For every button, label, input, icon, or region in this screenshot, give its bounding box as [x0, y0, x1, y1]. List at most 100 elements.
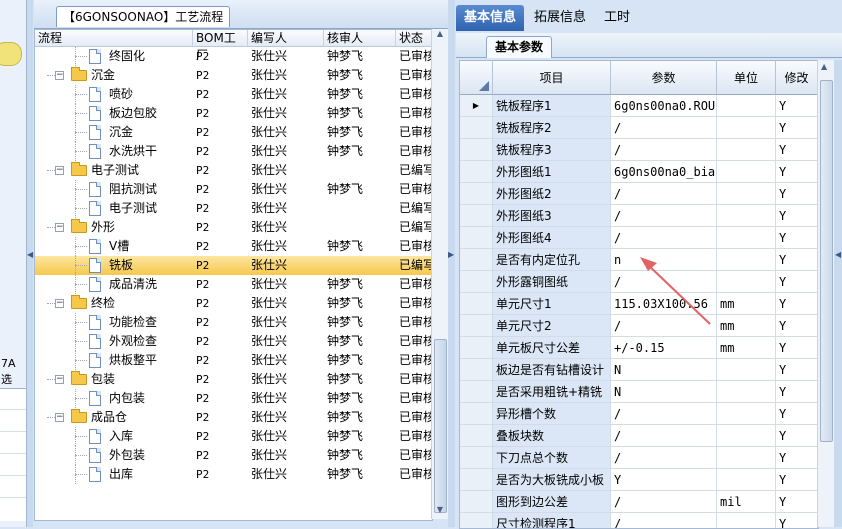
tree-vertical-scrollbar[interactable]: ▲ ▼ — [431, 29, 448, 519]
status-cell: 已审核 — [399, 87, 432, 101]
document-icon — [89, 258, 101, 273]
writer-cell: 张仕兴 — [251, 296, 288, 310]
bom-cell: P2 — [196, 145, 210, 158]
tree-folder-row[interactable]: − 沉金 P2 张仕兴 钟梦飞 已审核 — [35, 66, 432, 85]
folder-icon — [71, 371, 87, 385]
tree-node-label: 外包装 — [109, 448, 146, 462]
tab-work-hours[interactable]: 工时 — [596, 5, 638, 31]
document-icon — [89, 125, 101, 140]
scroll-up-icon[interactable]: ▲ — [432, 29, 448, 43]
tree-row[interactable]: 入库 P2 张仕兴 钟梦飞 已审核 — [35, 427, 432, 446]
chat-bubble-icon[interactable] — [0, 42, 22, 66]
reviewer-cell: 钟梦飞 — [327, 429, 364, 443]
tree-folder-row[interactable]: − 成品仓 P2 张仕兴 钟梦飞 已审核 — [35, 408, 432, 427]
tree-node-label: 喷砂 — [109, 87, 134, 101]
folder-icon — [71, 67, 87, 81]
middle-splitter[interactable]: ▶ — [448, 0, 455, 527]
status-cell: 已审核 — [399, 49, 432, 63]
tree-row[interactable]: 外观检查 P2 张仕兴 钟梦飞 已审核 — [35, 332, 432, 351]
scroll-down-icon[interactable]: ▼ — [432, 505, 448, 519]
reviewer-cell: 钟梦飞 — [327, 49, 364, 63]
tab-basic-info[interactable]: 基本信息 — [456, 5, 525, 31]
tree-row[interactable]: 水洗烘干 P2 张仕兴 钟梦飞 已审核 — [35, 142, 432, 161]
tree-folder-row[interactable]: − 包装 P2 张仕兴 钟梦飞 已审核 — [35, 370, 432, 389]
tree-row[interactable]: 出库 P2 张仕兴 钟梦飞 已审核 — [35, 465, 432, 484]
tab-extended-info[interactable]: 拓展信息 — [526, 5, 594, 31]
col-header-reviewer[interactable]: 核审人 — [324, 30, 396, 47]
tree-row[interactable]: 铣板 P2 张仕兴 已编写 — [35, 256, 432, 275]
writer-cell: 张仕兴 — [251, 334, 288, 348]
document-icon — [89, 49, 101, 64]
tree-row[interactable]: 沉金 P2 张仕兴 钟梦飞 已审核 — [35, 123, 432, 142]
tree-folder-row[interactable]: − 外形 P2 张仕兴 已编写 — [35, 218, 432, 237]
tree-row[interactable]: 成品清洗 P2 张仕兴 钟梦飞 已审核 — [35, 275, 432, 294]
bom-cell: P2 — [196, 259, 210, 272]
grid-scroll-thumb[interactable] — [820, 80, 833, 442]
tree-node-label: 成品仓 — [91, 410, 128, 424]
collapse-toggle-icon[interactable]: − — [55, 375, 64, 384]
writer-cell: 张仕兴 — [251, 220, 288, 234]
tree-row[interactable]: 烘板整平 P2 张仕兴 钟梦飞 已审核 — [35, 351, 432, 370]
reviewer-cell: 钟梦飞 — [327, 467, 364, 481]
tree-node-label: 沉金 — [91, 68, 116, 82]
tree-row[interactable]: 阻抗测试 P2 张仕兴 钟梦飞 已审核 — [35, 180, 432, 199]
col-header-bom[interactable]: BOM工厂 — [193, 30, 248, 62]
reviewer-cell: 钟梦飞 — [327, 277, 364, 291]
reviewer-cell: 钟梦飞 — [327, 410, 364, 424]
collapse-toggle-icon[interactable]: − — [55, 223, 64, 232]
reviewer-cell: 钟梦飞 — [327, 68, 364, 82]
document-icon — [89, 87, 101, 102]
writer-cell: 张仕兴 — [251, 201, 288, 215]
tree-folder-row[interactable]: − 电子测试 P2 张仕兴 已编写 — [35, 161, 432, 180]
col-header-status[interactable]: 状态 — [396, 30, 432, 47]
tab-basic-params[interactable]: 基本参数 — [486, 36, 553, 58]
folder-icon — [71, 219, 87, 233]
writer-cell: 张仕兴 — [251, 467, 288, 481]
splitter-arrow-icon[interactable]: ▶ — [448, 250, 454, 259]
splitter-arrow-icon[interactable]: ◀ — [27, 250, 33, 259]
tree-row[interactable]: 内包装 P2 张仕兴 钟梦飞 已审核 — [35, 389, 432, 408]
writer-cell: 张仕兴 — [251, 353, 288, 367]
col-header-writer[interactable]: 编写人 — [248, 30, 324, 47]
tree-row[interactable]: 外包装 P2 张仕兴 钟梦飞 已审核 — [35, 446, 432, 465]
tree-row[interactable]: 板边包胶 P2 张仕兴 钟梦飞 已审核 — [35, 104, 432, 123]
right-splitter[interactable]: ◀ — [834, 60, 842, 527]
tree-row[interactable]: 终固化 P2 张仕兴 钟梦飞 已审核 — [35, 47, 432, 66]
status-cell: 已审核 — [399, 391, 432, 405]
tree-node-label: 终固化 — [109, 49, 146, 63]
tree-row[interactable]: 功能检查 P2 张仕兴 钟梦飞 已审核 — [35, 313, 432, 332]
bom-cell: P2 — [196, 335, 210, 348]
splitter-arrow-icon[interactable]: ◀ — [835, 250, 841, 259]
reviewer-cell: 钟梦飞 — [327, 353, 364, 367]
tree-node-label: 成品清洗 — [109, 277, 158, 291]
tree-row[interactable]: V槽 P2 张仕兴 钟梦飞 已审核 — [35, 237, 432, 256]
left-splitter[interactable]: ◀ — [27, 0, 33, 527]
collapse-toggle-icon[interactable]: − — [55, 166, 64, 175]
grid-vertical-scrollbar[interactable]: ▲ — [817, 60, 834, 527]
collapse-toggle-icon[interactable]: − — [55, 299, 64, 308]
status-cell: 已审核 — [399, 467, 432, 481]
tree-node-label: 终检 — [91, 296, 116, 310]
col-header-process[interactable]: 流程 — [35, 30, 193, 47]
document-icon — [89, 277, 101, 292]
status-cell: 已审核 — [399, 144, 432, 158]
tree-row[interactable]: 喷砂 P2 张仕兴 钟梦飞 已审核 — [35, 85, 432, 104]
collapse-toggle-icon[interactable]: − — [55, 71, 64, 80]
collapse-toggle-icon[interactable]: − — [55, 413, 64, 422]
tree-tab-title[interactable]: 【6GONSOONAO】工艺流程 — [56, 6, 231, 27]
writer-cell: 张仕兴 — [251, 144, 288, 158]
scroll-up-icon[interactable]: ▲ — [821, 62, 827, 71]
bom-cell: P2 — [196, 354, 210, 367]
writer-cell: 张仕兴 — [251, 372, 288, 386]
tree-row[interactable]: 电子测试 P2 张仕兴 已编写 — [35, 199, 432, 218]
status-cell: 已审核 — [399, 410, 432, 424]
tree-node-label: 烘板整平 — [109, 353, 158, 367]
tree-folder-row[interactable]: − 终检 P2 张仕兴 钟梦飞 已审核 — [35, 294, 432, 313]
bom-cell: P2 — [196, 449, 210, 462]
tree-scroll-thumb[interactable] — [434, 339, 447, 513]
bom-cell: P2 — [196, 107, 210, 120]
bom-cell: P2 — [196, 411, 210, 424]
reviewer-cell: 钟梦飞 — [327, 182, 364, 196]
tree-node-label: 入库 — [109, 429, 134, 443]
reviewer-cell: 钟梦飞 — [327, 125, 364, 139]
